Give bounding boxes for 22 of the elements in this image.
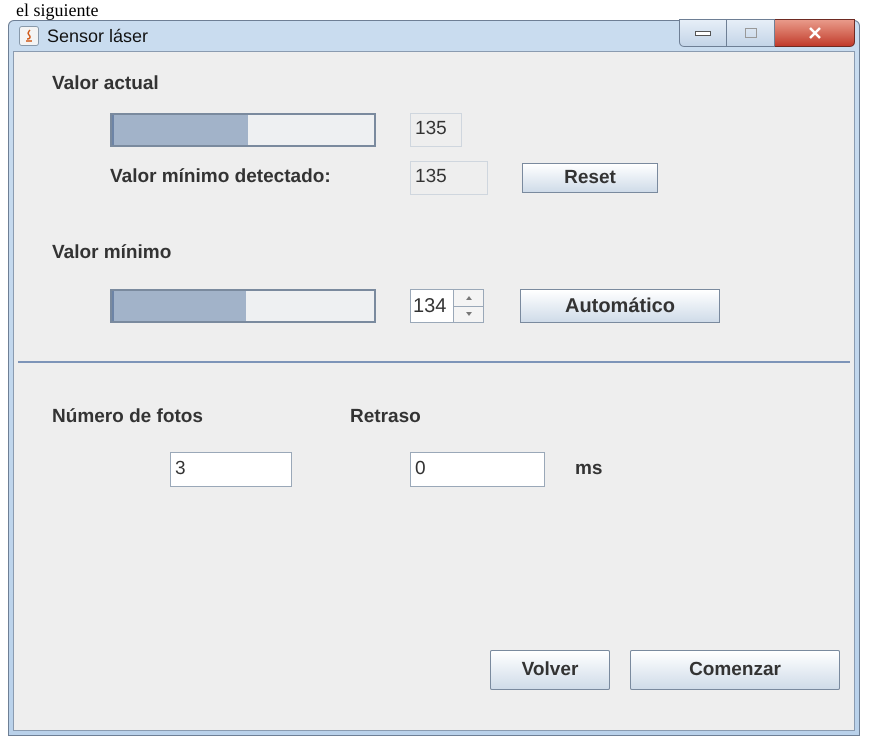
maximize-button[interactable] — [727, 19, 775, 47]
value-readout: 135 — [410, 160, 488, 194]
close-button[interactable] — [775, 19, 855, 47]
value-readout: 135 — [410, 112, 462, 146]
minimize-button[interactable] — [679, 19, 727, 47]
reset-button[interactable]: Reset — [522, 162, 658, 192]
spinner-field[interactable]: 134 — [410, 289, 484, 323]
window-title: Sensor láser — [47, 24, 148, 48]
field-label: Valor mínimo detectado: — [110, 165, 332, 190]
field-label: Retraso — [350, 405, 422, 429]
close-icon — [808, 27, 822, 39]
auto-button[interactable]: Automático — [520, 289, 720, 323]
app-icon — [19, 26, 39, 46]
field-label: Número de fotos — [52, 405, 204, 429]
photos-field[interactable]: 3 — [170, 452, 292, 486]
delay-field[interactable]: 0 — [410, 452, 545, 486]
page-text: el siguiente — [15, 0, 100, 20]
dialog-button[interactable]: Volver — [490, 650, 610, 690]
dialog-button[interactable]: Comenzar — [630, 650, 840, 690]
unit-label: ms — [575, 456, 602, 481]
section-label: Valor mínimo — [52, 240, 172, 264]
section-label: Valor actual — [52, 72, 160, 96]
